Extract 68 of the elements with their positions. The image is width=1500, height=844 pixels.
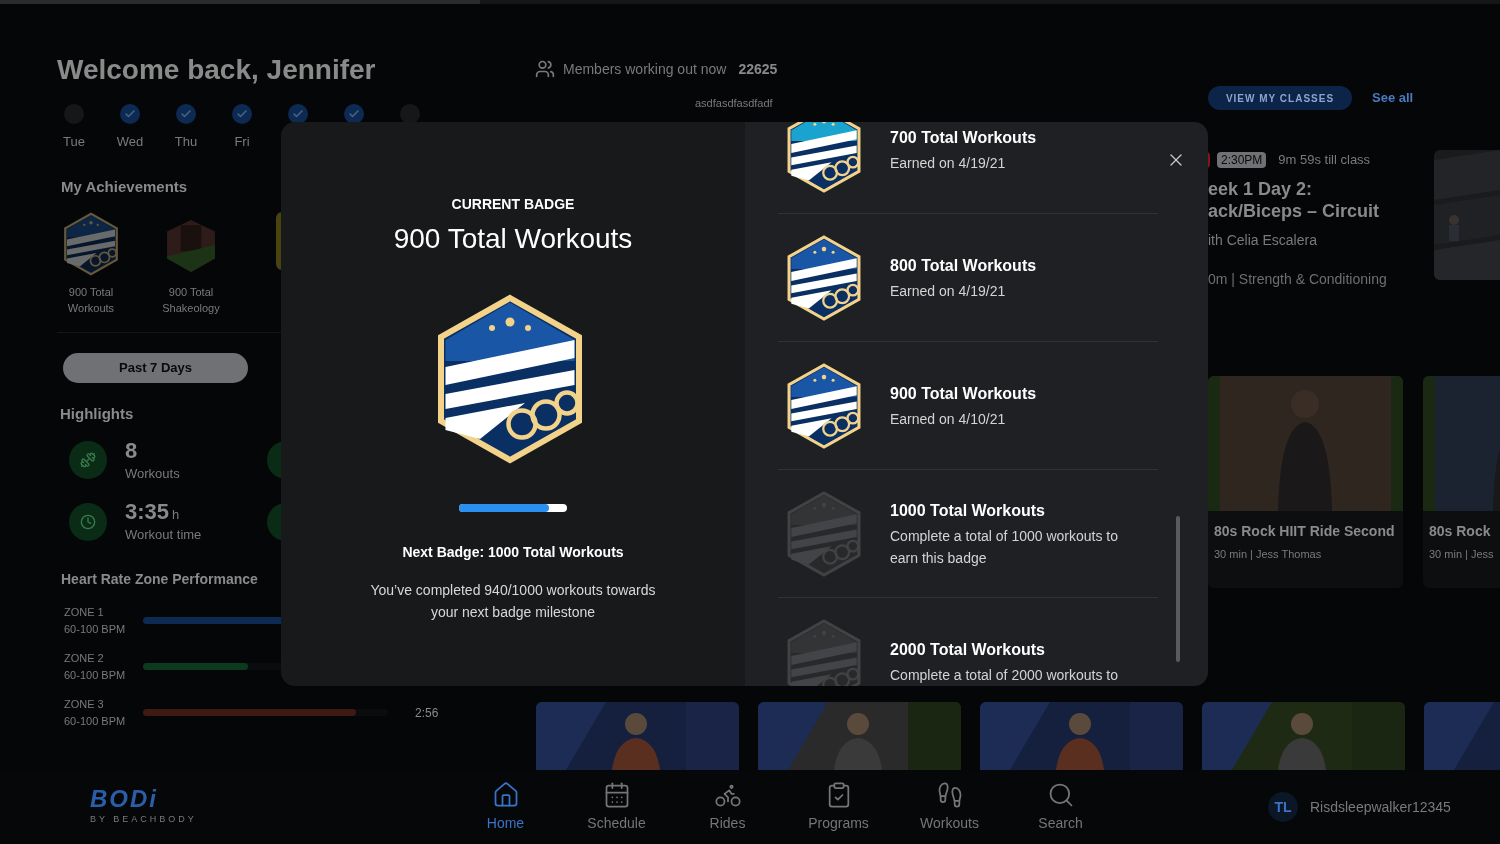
members-label: Members working out now bbox=[563, 59, 727, 79]
badge-subtitle: Earned on 4/19/21 bbox=[890, 281, 1007, 301]
nav-tab[interactable]: Home bbox=[450, 780, 561, 834]
class-meta: 0m | Strength & Conditioning bbox=[1208, 269, 1388, 289]
dumbbell-icon bbox=[80, 452, 96, 469]
class-time-badge: 2:30PM bbox=[1217, 151, 1267, 168]
current-badge-label: CURRENT BADGE bbox=[451, 195, 575, 214]
stat-unit: h bbox=[172, 506, 180, 524]
badge-label: 900 Total Shakeology bbox=[161, 285, 221, 316]
class-title: eek 1 Day 2: bbox=[1208, 177, 1314, 200]
brand-tagline: BY BEACHBODY bbox=[90, 813, 197, 827]
stat-value: 3:35 bbox=[125, 499, 170, 525]
day-label: Tue bbox=[63, 133, 85, 151]
class-title: ack/Biceps – Circuit bbox=[1208, 199, 1381, 222]
brand-logo: BODi bbox=[90, 787, 158, 812]
next-badge-text: Next Badge: 1000 Total Workouts bbox=[402, 543, 624, 562]
badge-title: 1000 Total Workouts bbox=[890, 500, 1046, 521]
video-card[interactable]: 80s Rock 30 min | Jess bbox=[1423, 376, 1500, 588]
badge-title: 800 Total Workouts bbox=[890, 255, 1038, 276]
nav-tab[interactable]: Search bbox=[1005, 780, 1116, 834]
badge-title: 700 Total Workouts bbox=[890, 127, 1038, 148]
stat-label: Workouts bbox=[125, 464, 180, 483]
day-label: Thu bbox=[174, 133, 198, 151]
badge-icon bbox=[63, 212, 119, 276]
video-meta: 30 min | Jess Thomas bbox=[1214, 547, 1323, 562]
zone-name: ZONE 2 bbox=[64, 650, 105, 666]
nav-tab[interactable]: Schedule bbox=[561, 780, 672, 834]
badge-subtitle: Earned on 4/10/21 bbox=[890, 409, 1007, 429]
nav-tab[interactable]: Workouts bbox=[894, 780, 1005, 834]
period-button[interactable]: Past 7 Days bbox=[63, 353, 248, 383]
tag-text: asdfasdfasdfadf bbox=[695, 97, 773, 109]
nav-tab[interactable]: Programs bbox=[783, 780, 894, 834]
class-instructor: ith Celia Escalera bbox=[1208, 230, 1318, 250]
section-heading: My Achievements bbox=[61, 176, 188, 197]
section-heading: Heart Rate Zone Performance bbox=[61, 569, 258, 589]
video-title: 80s Rock HIIT Ride Second bbox=[1214, 522, 1396, 541]
day-label: Fri bbox=[234, 133, 250, 151]
zone-duration: 2:56 bbox=[415, 704, 439, 722]
section-heading: Highlights bbox=[60, 404, 134, 424]
zone-range: 60-100 BPM bbox=[64, 667, 127, 683]
badge-subtitle: Complete a total of 1000 workouts to earn this badge bbox=[890, 526, 1120, 568]
zone-range: 60-100 BPM bbox=[64, 713, 127, 729]
members-count: 22625 bbox=[738, 59, 778, 79]
badge-title: 2000 Total Workouts bbox=[890, 640, 1046, 660]
progress-description: You’ve completed 940/1000 workouts towards your next badge milestone bbox=[369, 581, 657, 622]
badge-label: 900 Total Workouts bbox=[66, 285, 116, 316]
username: Risdsleepwalker12345 bbox=[1310, 797, 1451, 817]
badge-subtitle: Complete a total of 2000 workouts to bbox=[890, 666, 1120, 685]
zone-range: 60-100 BPM bbox=[64, 621, 127, 637]
user-avatar: TL bbox=[1268, 792, 1298, 822]
badge-title: 900 Total Workouts bbox=[890, 383, 1038, 404]
clock-icon bbox=[80, 513, 96, 530]
class-countdown: 9m 59s till class bbox=[1278, 151, 1371, 169]
stat-value: 8 bbox=[125, 437, 138, 464]
zone-name: ZONE 3 bbox=[64, 696, 105, 712]
dialog-title: 900 Total Workouts bbox=[393, 222, 633, 256]
members-icon bbox=[535, 59, 555, 79]
video-title: 80s Rock bbox=[1429, 522, 1492, 541]
zone-name: ZONE 1 bbox=[64, 604, 105, 620]
day-label: Wed bbox=[116, 133, 144, 151]
video-meta: 30 min | Jess bbox=[1429, 547, 1495, 562]
welcome-heading: Welcome back, Jennifer bbox=[57, 53, 376, 87]
stat-label: Workout time bbox=[125, 526, 202, 544]
see-all-link[interactable]: See all bbox=[1372, 88, 1414, 108]
view-classes-button[interactable]: VIEW MY CLASSES bbox=[1208, 86, 1352, 110]
nav-tab[interactable]: Rides bbox=[672, 780, 783, 834]
video-card[interactable]: 80s Rock HIIT Ride Second 30 min | Jess Thomas bbox=[1208, 376, 1403, 588]
badge-subtitle: Earned on 4/19/21 bbox=[890, 153, 1007, 173]
